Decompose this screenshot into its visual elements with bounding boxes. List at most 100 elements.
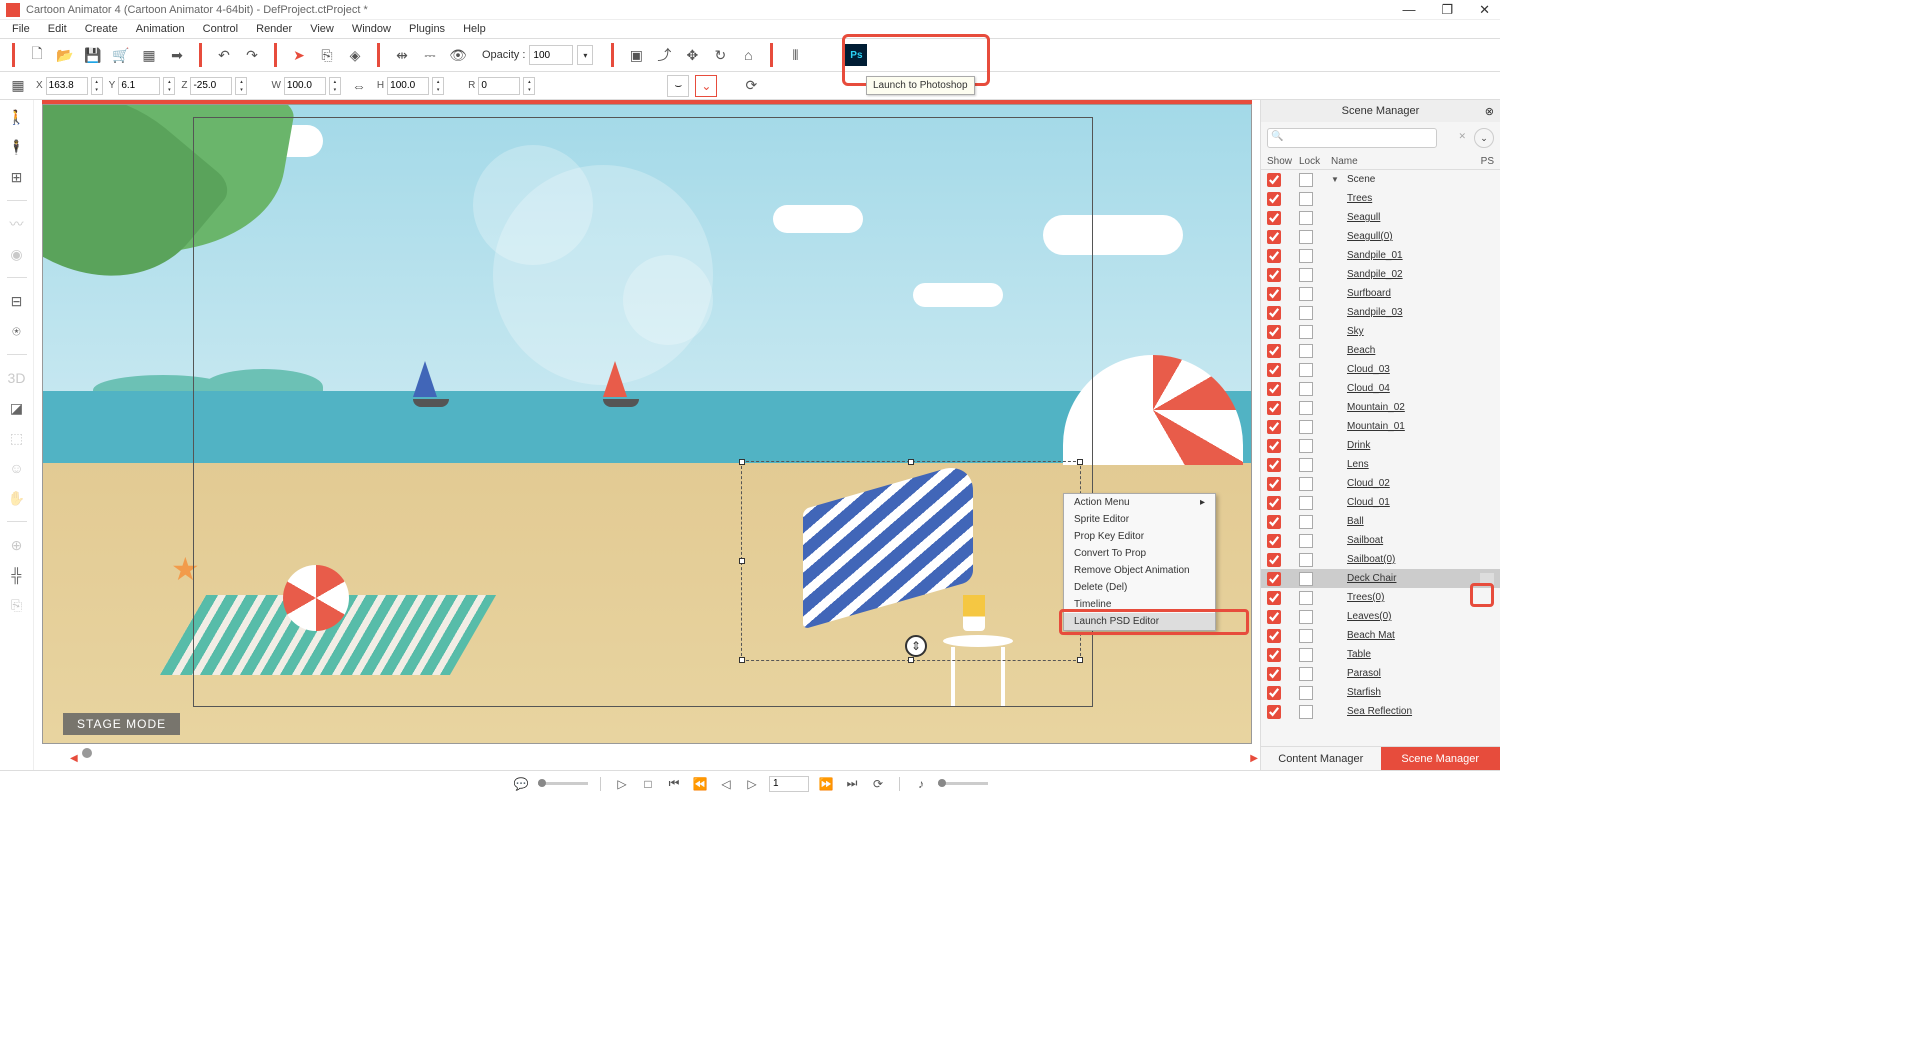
lock-checkbox[interactable] xyxy=(1299,325,1313,339)
scene-row[interactable]: Starfish xyxy=(1261,683,1500,702)
menu-create[interactable]: Create xyxy=(77,21,126,37)
lock-checkbox[interactable] xyxy=(1299,230,1313,244)
first-frame-button[interactable]: ⏮ xyxy=(665,775,683,793)
r-input[interactable] xyxy=(478,77,520,95)
scene-item-name[interactable]: Cloud_01 xyxy=(1347,497,1494,508)
menu-render[interactable]: Render xyxy=(248,21,300,37)
step-forward-button[interactable]: ▷ xyxy=(743,775,761,793)
lock-checkbox[interactable] xyxy=(1299,496,1313,510)
menu-animation[interactable]: Animation xyxy=(128,21,193,37)
lock-checkbox[interactable] xyxy=(1299,648,1313,662)
snap-icon[interactable]: ╬ xyxy=(6,564,28,586)
lock-checkbox[interactable] xyxy=(1299,686,1313,700)
show-checkbox[interactable] xyxy=(1267,648,1281,662)
volume-slider[interactable] xyxy=(938,782,988,785)
scene-item-name[interactable]: Table xyxy=(1347,649,1494,660)
ffd-icon[interactable]: ⬚ xyxy=(6,427,28,449)
scene-item-name[interactable]: Leaves(0) xyxy=(1347,611,1494,622)
scene-row[interactable]: Mountain_02 xyxy=(1261,398,1500,417)
show-checkbox[interactable] xyxy=(1267,572,1281,586)
character-stand-icon[interactable]: 🕴 xyxy=(6,136,28,158)
show-checkbox[interactable] xyxy=(1267,477,1281,491)
next-frame-button[interactable]: ⏩ xyxy=(817,775,835,793)
menu-plugins[interactable]: Plugins xyxy=(401,21,453,37)
scene-item-name[interactable]: Cloud_02 xyxy=(1347,478,1494,489)
r-spinner[interactable]: ▴▾ xyxy=(523,77,535,95)
scene-item-name[interactable]: Trees xyxy=(1347,193,1494,204)
lock-checkbox[interactable] xyxy=(1299,420,1313,434)
show-checkbox[interactable] xyxy=(1267,515,1281,529)
menu-view[interactable]: View xyxy=(302,21,342,37)
lock-checkbox[interactable] xyxy=(1299,667,1313,681)
frame-input[interactable] xyxy=(769,776,809,792)
scene-row[interactable]: Cloud_03 xyxy=(1261,360,1500,379)
scene-row[interactable]: Sandpile_02 xyxy=(1261,265,1500,284)
ctx-delete[interactable]: Delete (Del) xyxy=(1064,579,1215,596)
scene-row-root[interactable]: ▼ Scene xyxy=(1261,170,1500,189)
scene-filter-button[interactable]: ⌄ xyxy=(1474,128,1494,148)
x-spinner[interactable]: ▴▾ xyxy=(91,77,103,95)
scene-item-name[interactable]: Starfish xyxy=(1347,687,1494,698)
body-icon[interactable]: ⍟ xyxy=(6,320,28,342)
y-spinner[interactable]: ▴▾ xyxy=(163,77,175,95)
scene-row[interactable]: Beach xyxy=(1261,341,1500,360)
scene-row[interactable]: Table xyxy=(1261,645,1500,664)
photoshop-button[interactable]: Ps xyxy=(845,44,867,66)
audio-icon[interactable]: ♪ xyxy=(912,775,930,793)
lock-checkbox[interactable] xyxy=(1299,629,1313,643)
show-checkbox[interactable] xyxy=(1267,667,1281,681)
show-checkbox[interactable] xyxy=(1267,534,1281,548)
anchor-bottom[interactable]: ⌄ xyxy=(695,75,717,97)
scene-item-name[interactable]: Mountain_02 xyxy=(1347,402,1494,413)
last-frame-button[interactable]: ⏭ xyxy=(843,775,861,793)
lock-checkbox[interactable] xyxy=(1299,268,1313,282)
show-checkbox[interactable] xyxy=(1267,268,1281,282)
lock-checkbox[interactable] xyxy=(1299,439,1313,453)
audio-icon[interactable]: 〰 xyxy=(6,213,28,235)
lock-checkbox[interactable] xyxy=(1299,553,1313,567)
lock-checkbox[interactable] xyxy=(1299,173,1313,187)
scene-item-name[interactable]: Lens xyxy=(1347,459,1494,470)
play-button[interactable]: ▷ xyxy=(613,775,631,793)
grid-button[interactable]: ▦ xyxy=(6,74,30,98)
scene-row[interactable]: Sandpile_01 xyxy=(1261,246,1500,265)
move-tool[interactable]: ✥ xyxy=(680,43,704,67)
expand-icon[interactable]: ▼ xyxy=(1331,175,1347,184)
pivot-icon[interactable]: ⇕ xyxy=(905,635,927,657)
tab-content-manager[interactable]: Content Manager xyxy=(1261,747,1381,770)
show-checkbox[interactable] xyxy=(1267,420,1281,434)
scene-row[interactable]: Leaves(0) xyxy=(1261,607,1500,626)
show-checkbox[interactable] xyxy=(1267,249,1281,263)
maximize-button[interactable]: ❐ xyxy=(1437,2,1457,18)
scene-search-input[interactable] xyxy=(1267,128,1437,148)
clipboard-icon[interactable]: ⎘ xyxy=(6,594,28,616)
scene-item-name[interactable]: Trees(0) xyxy=(1347,592,1494,603)
show-checkbox[interactable] xyxy=(1267,705,1281,719)
timeline-icon[interactable]: ⊟ xyxy=(6,290,28,312)
scene-item-name[interactable]: Ball xyxy=(1347,516,1494,527)
scene-item-name[interactable]: Surfboard xyxy=(1347,288,1494,299)
scene-row[interactable]: Cloud_04 xyxy=(1261,379,1500,398)
close-button[interactable]: ✕ xyxy=(1475,2,1494,18)
z-input[interactable] xyxy=(190,77,232,95)
home-tool[interactable]: ⌂ xyxy=(736,43,760,67)
minimize-button[interactable]: — xyxy=(1398,2,1419,18)
ps-indicator[interactable] xyxy=(1480,573,1494,585)
show-checkbox[interactable] xyxy=(1267,363,1281,377)
show-checkbox[interactable] xyxy=(1267,439,1281,453)
ctx-convert-to-prop[interactable]: Convert To Prop xyxy=(1064,545,1215,562)
show-checkbox[interactable] xyxy=(1267,686,1281,700)
record-icon[interactable]: ◉ xyxy=(6,243,28,265)
character-walk-icon[interactable]: 🚶 xyxy=(6,106,28,128)
show-checkbox[interactable] xyxy=(1267,306,1281,320)
prev-frame-button[interactable]: ⏪ xyxy=(691,775,709,793)
scene-item-name[interactable]: Sandpile_02 xyxy=(1347,269,1494,280)
scene-row[interactable]: Mountain_01 xyxy=(1261,417,1500,436)
flip-vertical-button[interactable]: ⟳ xyxy=(739,74,763,98)
menu-control[interactable]: Control xyxy=(195,21,246,37)
scene-row[interactable]: Trees(0) xyxy=(1261,588,1500,607)
scene-item-name[interactable]: Parasol xyxy=(1347,668,1494,679)
scene-item-name[interactable]: Drink xyxy=(1347,440,1494,451)
scene-item-name[interactable]: Beach Mat xyxy=(1347,630,1494,641)
show-checkbox[interactable] xyxy=(1267,629,1281,643)
